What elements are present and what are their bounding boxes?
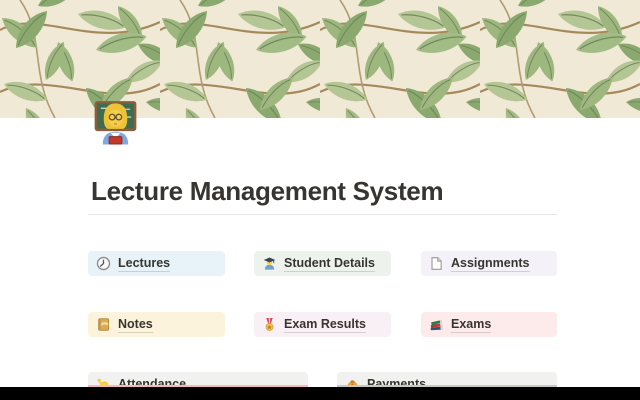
card-label: Exam Results <box>284 316 366 333</box>
card-label: Notes <box>118 316 153 333</box>
divider <box>88 214 557 215</box>
card-exams[interactable]: Exams <box>421 312 557 337</box>
books-emoji-icon <box>429 317 444 332</box>
medal-emoji-icon <box>262 317 277 332</box>
card-student-details[interactable]: Student Details <box>254 251 391 276</box>
notebook-emoji-icon <box>96 317 111 332</box>
card-assignments[interactable]: Assignments <box>421 251 557 276</box>
card-label: Student Details <box>284 255 375 272</box>
card-lectures[interactable]: Lectures <box>88 251 225 276</box>
card-label: Exams <box>451 316 492 333</box>
clock-icon <box>96 256 111 271</box>
document-icon <box>429 256 444 271</box>
bottom-letterbox <box>0 387 640 400</box>
card-exam-results[interactable]: Exam Results <box>254 312 391 337</box>
card-label: Lectures <box>118 255 171 272</box>
student-emoji-icon <box>262 256 277 271</box>
card-notes[interactable]: Notes <box>88 312 225 337</box>
card-label: Assignments <box>451 255 530 272</box>
page-title: Lecture Management System <box>91 176 444 206</box>
woman-teacher-emoji-icon[interactable] <box>92 97 139 145</box>
